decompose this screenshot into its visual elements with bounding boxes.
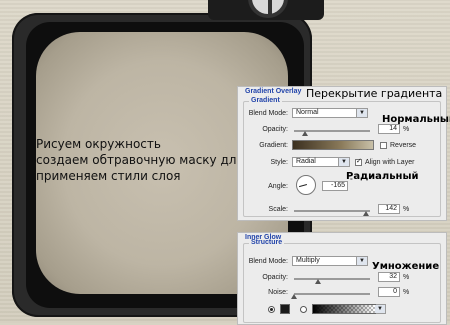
scale-slider-thumb[interactable]	[363, 211, 370, 216]
gradient-radio[interactable]	[300, 306, 307, 313]
style-label: Style:	[270, 159, 288, 166]
opacity-slider-track[interactable]	[294, 278, 370, 280]
blend-mode-value: Normal	[296, 109, 319, 116]
blend-mode-label: Blend Mode:	[248, 110, 288, 117]
blend-mode-value: Multiply	[296, 257, 320, 264]
glow-color-swatch[interactable]	[280, 304, 290, 314]
group-title: Gradient	[249, 97, 282, 104]
chevron-down-icon: ▼	[375, 305, 385, 313]
gradient-label: Gradient:	[259, 142, 288, 149]
structure-group: Structure Blend Mode: Multiply ▼ Opacity…	[243, 239, 441, 323]
angle-label: Angle:	[268, 183, 288, 190]
tv-dial-icon	[248, 0, 288, 18]
opacity-unit: %	[403, 274, 410, 281]
style-annotation: Радиальный	[346, 171, 419, 182]
scale-slider-track[interactable]	[294, 210, 370, 212]
scale-unit: %	[403, 206, 410, 213]
chevron-down-icon: ▼	[356, 109, 367, 117]
opacity-slider-thumb[interactable]	[315, 279, 322, 284]
scale-label: Scale:	[268, 206, 288, 213]
multiply-annotation: Умножение	[372, 261, 440, 272]
blend-mode-annotation: Нормальный	[382, 114, 450, 125]
noise-input[interactable]: 0	[378, 287, 400, 297]
noise-unit: %	[403, 289, 410, 296]
scale-input[interactable]: 142	[378, 204, 400, 214]
opacity-label: Opacity:	[262, 274, 288, 281]
panel-title: Gradient Overlay	[245, 88, 302, 95]
chevron-down-icon: ▼	[338, 158, 349, 166]
noise-label: Noise:	[268, 289, 288, 296]
align-with-layer-checkbox[interactable]	[355, 157, 362, 166]
reverse-checkbox[interactable]	[380, 142, 387, 149]
tv-top-bar	[208, 0, 324, 20]
gradient-dropdown[interactable]: ▼	[375, 304, 386, 314]
angle-input[interactable]: -165	[322, 181, 348, 191]
opacity-slider-thumb[interactable]	[301, 131, 308, 136]
inner-glow-panel: Inner Glow Structure Blend Mode: Multipl…	[237, 232, 447, 325]
blend-mode-label: Blend Mode:	[248, 258, 288, 265]
noise-slider-thumb[interactable]	[291, 294, 297, 299]
style-value: Radial	[296, 158, 316, 165]
align-with-layer-label: Align with Layer	[365, 159, 415, 166]
opacity-unit: %	[403, 126, 410, 133]
angle-dial[interactable]	[296, 175, 316, 195]
gradient-picker[interactable]	[292, 140, 374, 150]
opacity-input[interactable]: 14	[378, 124, 400, 134]
style-select[interactable]: Radial ▼	[292, 157, 350, 167]
glow-gradient-swatch[interactable]	[312, 304, 376, 314]
group-title: Structure	[249, 239, 285, 246]
opacity-input[interactable]: 32	[378, 272, 400, 282]
reverse-label: Reverse	[390, 142, 417, 149]
chevron-down-icon: ▼	[356, 257, 367, 265]
noise-slider-track[interactable]	[294, 293, 370, 295]
solid-color-radio[interactable]	[268, 306, 275, 313]
gradient-overlay-annotation: Перекрытие градиента	[306, 87, 443, 100]
opacity-label: Opacity:	[262, 126, 288, 133]
blend-mode-select[interactable]: Normal ▼	[292, 108, 368, 118]
gradient-overlay-panel: Gradient Overlay Gradient Blend Mode: No…	[237, 86, 447, 221]
blend-mode-select[interactable]: Multiply ▼	[292, 256, 368, 266]
